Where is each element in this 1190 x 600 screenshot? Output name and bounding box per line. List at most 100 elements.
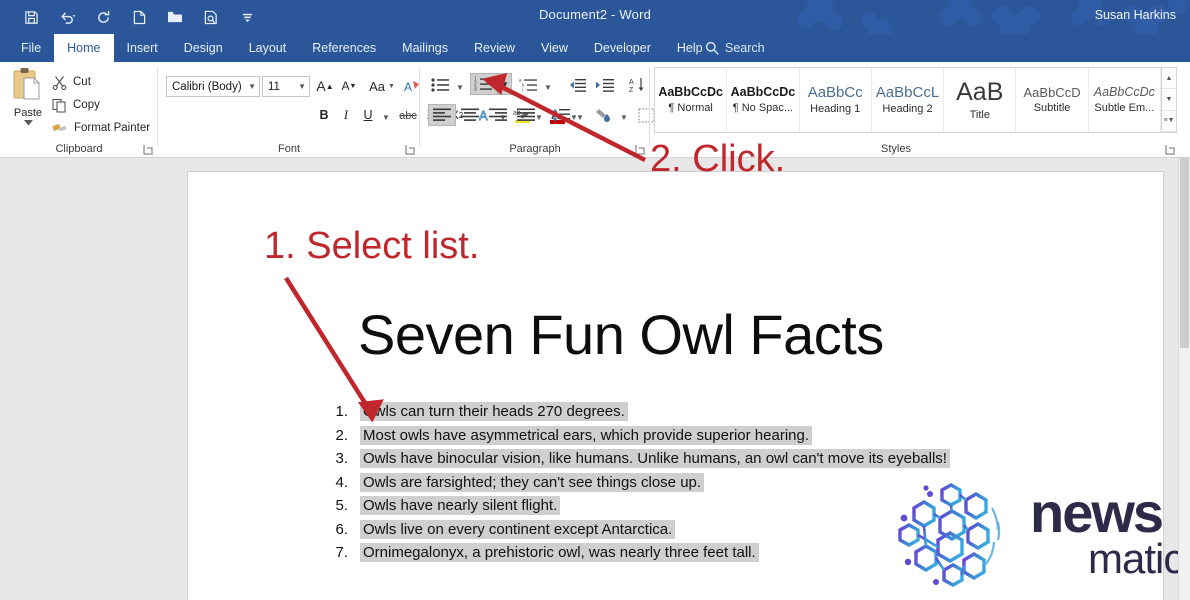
italic-button[interactable]: I [336,104,356,126]
style-name: ¶ No Spac... [732,101,794,114]
list-item-number: 3. [335,450,348,467]
vertical-scrollbar[interactable] [1178,158,1190,600]
decrease-indent-icon [570,78,586,92]
underline-dropdown[interactable]: ▼ [380,106,392,128]
align-left-button[interactable] [428,104,456,126]
tab-file[interactable]: File [8,34,54,62]
underline-button[interactable]: U [358,104,378,126]
style-item[interactable]: AaBbCcD Subtitle [1016,68,1089,132]
list-item[interactable]: 2. Most owls have asymmetrical ears, whic… [330,425,1010,450]
justify-button[interactable] [512,104,540,126]
increase-indent-button[interactable] [592,74,618,96]
list-item-text: Most owls have asymmetrical ears, which … [360,425,813,445]
cut-label: Cut [73,76,91,88]
svg-text:A: A [629,79,634,86]
font-size-combo[interactable]: 11 ▼ [262,76,310,97]
font-name-combo[interactable]: Calibri (Body) ▼ [166,76,260,97]
search-box[interactable]: Search [705,34,765,62]
line-spacing-button[interactable] [548,104,574,126]
font-size-value: 11 [268,80,280,93]
user-account-name: Susan Harkins [1094,8,1176,22]
shading-dropdown[interactable]: ▼ [618,106,630,128]
chevron-down-icon: ▼ [298,82,306,91]
list-item-number: 7. [335,544,348,561]
multilevel-list-dropdown[interactable]: ▼ [542,76,554,98]
style-name: Heading 2 [882,103,933,116]
tab-review[interactable]: Review [461,34,528,62]
style-name: Subtle Em... [1094,101,1155,114]
search-icon [705,41,719,55]
ribbon-tab-strip: File Home Insert Design Layout References Mail… [0,34,1190,62]
bullet-list-button[interactable] [428,74,454,96]
format-painter-button[interactable]: Format Painter [52,118,150,138]
bullet-list-dropdown[interactable]: ▼ [454,76,466,98]
paste-button[interactable]: Paste [8,66,48,138]
tab-view[interactable]: View [528,34,581,62]
align-right-icon [489,108,507,121]
tab-design[interactable]: Design [171,34,236,62]
list-item[interactable]: 3. Owls have binocular vision, like human… [330,449,1010,473]
line-spacing-icon [552,108,570,122]
style-item[interactable]: AaBbCcDc ¶ No Spac... [727,68,800,132]
list-item-number: 6. [335,520,348,538]
style-item[interactable]: AaBbCcDc ¶ Normal [655,68,728,132]
tab-home[interactable]: Home [54,34,114,62]
svg-text:Z: Z [629,87,634,93]
style-item[interactable]: AaBbCcL Heading 2 [872,68,945,132]
tab-layout[interactable]: Layout [236,34,300,62]
align-center-button[interactable] [456,104,484,126]
align-right-button[interactable] [484,104,512,126]
title-bar: Document2 - Word Susan Harkins [0,0,1190,34]
scrollbar-thumb[interactable] [1180,158,1189,348]
chevron-down-icon: ▼ [248,82,256,91]
document-title: Document2 - Word [538,7,652,22]
decrease-indent-button[interactable] [564,74,590,96]
list-item-text: Owls are farsighted; they can't see thin… [360,472,705,492]
sort-az-icon: A Z [629,78,644,93]
format-painter-label: Format Painter [74,122,151,134]
grow-font-button[interactable]: A ▲ [314,75,336,97]
styles-gallery-scroll[interactable]: ▲ ▼ ≡▼ [1162,67,1177,133]
style-name: Title [969,108,990,121]
scissors-icon [52,75,67,90]
clipboard-dialog-launcher-icon[interactable] [143,144,154,155]
tab-developer[interactable]: Developer [581,34,664,62]
tab-references[interactable]: References [299,34,389,62]
style-item[interactable]: AaBbCcDc Subtle Em... [1089,68,1161,132]
style-item[interactable]: AaBbCc Heading 1 [800,68,872,132]
list-item-text: Owls have nearly silent flight. [360,496,561,515]
justify-icon [517,108,535,121]
cut-button[interactable]: Cut [52,72,91,92]
styles-more-icon[interactable]: ≡▼ [1162,111,1176,132]
strikethrough-button[interactable]: abc [396,105,420,127]
shading-icon [596,109,610,122]
numbered-list-dropdown[interactable]: ▼ [498,73,512,95]
sort-button[interactable]: A Z [626,74,650,96]
bold-button[interactable]: B [314,104,334,126]
copy-button[interactable]: Copy [52,95,100,115]
newsmatic-logo: news matic [878,470,1190,600]
tab-insert[interactable]: Insert [114,34,171,62]
multilevel-list-icon: a b i [519,78,537,93]
styles-scroll-up-icon[interactable]: ▲ [1162,68,1176,90]
list-item-text: Owls have binocular vision, like humans.… [360,449,950,468]
styles-gallery[interactable]: AaBbCcDc ¶ Normal AaBbCcDc ¶ No Spac... AaBb… [654,67,1162,133]
bullets-icon [431,78,449,92]
shrink-font-button[interactable]: A ▼ [338,75,360,97]
style-item[interactable]: AaB Title [944,68,1017,132]
style-name: Subtitle [1033,102,1071,115]
font-dialog-launcher-icon[interactable] [405,144,416,155]
numbered-list-button[interactable]: 1 2 3 [470,73,498,95]
ribbon: Paste Cut Copy Format Painter Clipboard … [0,62,1190,158]
list-item[interactable]: 1. Owls can turn their heads 270 degrees. [330,402,1010,426]
multilevel-list-button[interactable]: a b i [516,74,542,96]
styles-dialog-launcher-icon[interactable] [1165,144,1176,155]
style-preview: AaBbCcDc [730,85,796,100]
tab-mailings[interactable]: Mailings [389,34,461,62]
change-case-button[interactable]: Aa ▼ [366,75,398,97]
paragraph-dialog-launcher-icon[interactable] [635,144,646,155]
line-spacing-dropdown[interactable]: ▼ [574,106,586,128]
shading-button[interactable] [592,104,618,126]
styles-scroll-down-icon[interactable]: ▼ [1162,89,1176,111]
logo-word-news: news [1030,481,1164,544]
